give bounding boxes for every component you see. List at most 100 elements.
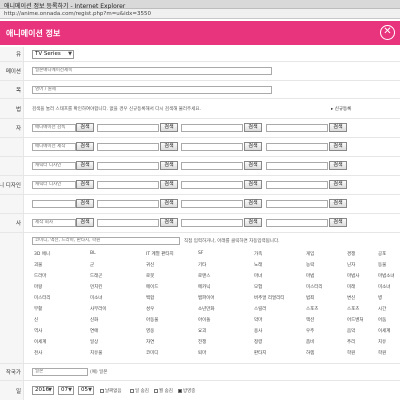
genre-option[interactable]: 범죄 — [306, 295, 314, 301]
genre-option[interactable]: 경쟁 — [347, 251, 355, 257]
genre-option[interactable]: 닌자 — [347, 262, 355, 268]
genre-option[interactable]: 자연 — [146, 339, 154, 345]
search-button[interactable]: 검색 — [76, 218, 94, 227]
genre-option[interactable]: 연애 — [90, 328, 98, 334]
month-select[interactable]: 07 ▼ — [58, 386, 74, 395]
genre-option[interactable]: 미소녀 — [90, 295, 102, 301]
new-register-link[interactable]: ▸ 신규등록 — [331, 106, 351, 112]
staff-input[interactable] — [97, 162, 159, 170]
staff-input[interactable] — [266, 200, 328, 208]
staff-input[interactable] — [97, 200, 159, 208]
search-button[interactable]: 검색 — [160, 123, 178, 132]
genre-option[interactable]: 미스터리 — [34, 295, 51, 301]
date-check[interactable]: 일 숨김 — [130, 388, 149, 394]
genre-option[interactable]: 소년만화 — [198, 306, 215, 312]
genre-option[interactable]: 메이드 — [146, 284, 158, 290]
genre-option[interactable]: 어둠 — [378, 317, 386, 323]
staff-input[interactable] — [181, 124, 243, 132]
search-button[interactable]: 검색 — [329, 123, 347, 132]
genre-option[interactable]: 영웅 — [146, 328, 154, 334]
staff-input[interactable] — [266, 143, 328, 151]
genre-option[interactable]: 메카닉 — [198, 284, 210, 290]
staff-input[interactable]: 애니메이션 제작 — [32, 143, 76, 151]
day-select[interactable]: 05 ▼ — [78, 386, 94, 395]
genre-option[interactable]: 용사 — [254, 328, 262, 334]
genre-option[interactable]: 병 — [378, 295, 382, 301]
staff-input[interactable] — [181, 181, 243, 189]
genre-option[interactable]: 신화 — [90, 317, 98, 323]
genre-option[interactable]: 뱀파이어 — [198, 295, 215, 301]
genre-option[interactable]: 미스터리 — [306, 284, 323, 290]
genre-option[interactable]: 스릴러 — [254, 306, 266, 312]
genre-option[interactable]: 농락 — [306, 262, 314, 268]
staff-input[interactable] — [32, 200, 76, 208]
genre-option[interactable]: 천사 — [34, 350, 42, 356]
genre-option[interactable]: 전쟁 — [198, 339, 206, 345]
date-check[interactable]: 방영중 — [178, 388, 195, 394]
search-button[interactable]: 검색 — [329, 199, 347, 208]
genre-option[interactable]: 액션 — [306, 317, 314, 323]
genre-option[interactable]: 마왕 — [34, 284, 42, 290]
staff-input[interactable] — [181, 219, 243, 227]
genre-option[interactable]: 버추얼 리얼리티 — [254, 295, 284, 301]
genre-option[interactable]: 미소녀 — [378, 284, 390, 290]
genre-option[interactable]: 아이돌 — [198, 317, 210, 323]
date-check[interactable]: 월 숨김 — [154, 388, 173, 394]
genre-option[interactable]: 부활 — [34, 306, 42, 312]
genre-option[interactable]: 변신 — [347, 295, 355, 301]
search-button[interactable]: 검색 — [244, 142, 262, 151]
genre-option[interactable]: 치유 — [378, 339, 386, 345]
search-button[interactable]: 검색 — [329, 218, 347, 227]
genre-option[interactable]: 학원 — [378, 350, 386, 356]
search-button[interactable]: 검색 — [160, 161, 178, 170]
genre-option[interactable]: 성우 — [146, 306, 154, 312]
checkbox-icon[interactable] — [100, 388, 104, 393]
genre-option[interactable]: 가족 — [254, 251, 262, 257]
genre-option[interactable]: 아동물 — [146, 317, 158, 323]
search-button[interactable]: 검색 — [76, 142, 94, 151]
checkbox-icon[interactable] — [154, 388, 158, 393]
staff-input[interactable] — [266, 124, 328, 132]
genre-option[interactable]: 동물 — [378, 262, 386, 268]
staff-input[interactable]: 제작 회사 — [32, 219, 76, 227]
genre-option[interactable]: 시간 — [378, 306, 386, 312]
search-button[interactable]: 검색 — [160, 218, 178, 227]
genre-option[interactable]: 로봇 — [146, 273, 154, 279]
genre-option[interactable]: 귀신 — [146, 262, 154, 268]
genre-option[interactable]: 마법소녀 — [378, 273, 395, 279]
search-button[interactable]: 검색 — [329, 161, 347, 170]
genre-option[interactable]: 드래곤 — [90, 273, 102, 279]
close-icon[interactable]: ✕ — [380, 25, 395, 40]
genre-option[interactable]: 음악 — [347, 328, 355, 334]
genre-option[interactable]: 모험 — [254, 284, 262, 290]
genre-option[interactable]: 하렘 — [306, 350, 314, 356]
search-button[interactable]: 검색 — [76, 161, 94, 170]
genre-option[interactable]: 게임 — [306, 251, 314, 257]
staff-input[interactable] — [266, 162, 328, 170]
genre-option[interactable]: IT 계열 판타지 — [146, 251, 174, 257]
genre-option[interactable]: 노래 — [254, 262, 262, 268]
genre-option[interactable]: 좀비 — [306, 339, 314, 345]
genre-option[interactable]: 백합 — [146, 295, 154, 301]
genre-option[interactable]: 스포츠 — [347, 306, 359, 312]
genre-option[interactable]: 스포츠 — [306, 306, 318, 312]
search-button[interactable]: 검색 — [76, 199, 94, 208]
checkbox-icon[interactable] — [130, 388, 134, 393]
address-bar[interactable]: http://anime.onnada.com/regist.php?m=u&i… — [0, 9, 400, 19]
genre-option[interactable]: 악마 — [254, 317, 262, 323]
staff-input[interactable]: 애니메이션 감독 — [32, 124, 76, 132]
genre-option[interactable]: 마법 — [306, 273, 314, 279]
genre-option[interactable]: 군 — [90, 262, 94, 268]
genre-option[interactable]: 코미디 — [146, 350, 158, 356]
genre-input[interactable]: 코미디, 액션, 드라마, 판타지, 학원 — [32, 237, 180, 245]
genre-option[interactable]: 먼치킨 — [90, 284, 102, 290]
staff-input[interactable] — [181, 162, 243, 170]
staff-input[interactable] — [181, 200, 243, 208]
staff-input[interactable] — [97, 181, 159, 189]
year-select[interactable]: 2016 ▼ — [32, 386, 54, 395]
genre-option[interactable]: 일상 — [90, 339, 98, 345]
search-button[interactable]: 검색 — [244, 161, 262, 170]
genre-option[interactable]: 역사 — [34, 328, 42, 334]
genre-option[interactable]: 추리 — [347, 339, 355, 345]
genre-option[interactable]: BL — [90, 251, 96, 256]
